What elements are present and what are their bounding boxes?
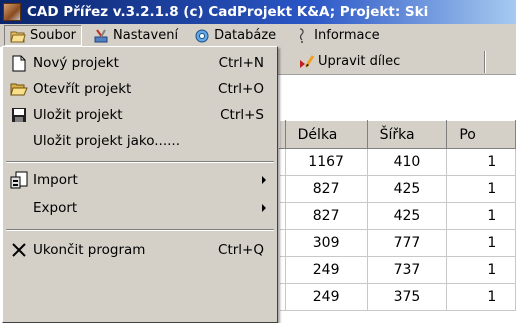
open-folder-icon	[10, 28, 26, 44]
submenu-arrow-icon	[262, 176, 266, 184]
settings-tools-icon	[93, 28, 109, 44]
cell-sirka[interactable]: 425	[367, 175, 448, 203]
cell-po[interactable]: 1	[446, 148, 516, 176]
menu-nastaveni[interactable]: Nastavení	[88, 25, 183, 46]
column-header-sirka[interactable]: Šířka	[366, 120, 448, 149]
cell-delka[interactable]: 249	[285, 256, 368, 284]
cell-sirka[interactable]: 737	[367, 256, 448, 284]
table-row[interactable]: 309 777 1	[279, 229, 516, 257]
menu-item-label: Otevřít projekt	[33, 81, 132, 97]
menu-databaze[interactable]: Databáze	[189, 25, 281, 46]
menu-item-shortcut: Ctrl+S	[220, 107, 264, 123]
grid-header-row: Délka Šířka Po	[279, 120, 516, 149]
menu-soubor[interactable]: Soubor	[4, 25, 82, 46]
menu-item-open-project[interactable]: Otevřít projekt Ctrl+O	[6, 76, 274, 102]
menu-bar: Soubor Nastavení Databáze Informace	[0, 24, 516, 47]
edit-part-button[interactable]: Upravit dílec	[298, 50, 400, 72]
menu-item-shortcut: Ctrl+N	[218, 55, 264, 71]
table-row[interactable]: 249 375 1	[279, 283, 516, 311]
toolbar-separator	[484, 51, 486, 73]
new-file-icon	[10, 54, 28, 72]
menu-item-label: Uložit projekt jako......	[33, 133, 180, 149]
info-icon	[294, 27, 310, 44]
cell-po[interactable]: 1	[446, 256, 516, 284]
column-header-delka[interactable]: Délka	[284, 120, 368, 149]
database-icon	[194, 28, 210, 44]
menu-databaze-label: Databáze	[214, 28, 277, 43]
cell-po[interactable]: 1	[446, 202, 516, 230]
menu-item-shortcut: Ctrl+O	[218, 81, 264, 97]
cell-sirka[interactable]: 777	[367, 229, 448, 257]
menu-item-save-project-as[interactable]: Uložit projekt jako......	[6, 128, 274, 154]
app-icon	[3, 3, 21, 21]
cell-sirka[interactable]: 375	[367, 283, 448, 311]
menu-item-label: Export	[33, 200, 78, 216]
import-icon	[10, 171, 28, 189]
menu-item-import[interactable]: Import	[6, 167, 274, 193]
menu-soubor-label: Soubor	[30, 28, 76, 43]
parts-grid[interactable]: Délka Šířka Po 1167 410 1 827 425 1 827 425 1 …	[279, 120, 516, 323]
edit-part-label: Upravit dílec	[318, 53, 401, 69]
cell-delka[interactable]: 249	[285, 283, 368, 311]
edit-pencil-icon	[298, 52, 316, 70]
title-bar[interactable]: CAD Přířez v.3.2.1.8 (c) CadProjekt K&A;…	[0, 0, 516, 24]
menu-item-label: Ukončit program	[33, 242, 146, 258]
menu-item-label: Uložit projekt	[33, 107, 123, 123]
menu-item-exit[interactable]: Ukončit program Ctrl+Q	[6, 237, 274, 263]
menu-item-export[interactable]: Export	[6, 195, 274, 221]
cell-delka[interactable]: 309	[285, 229, 368, 257]
cell-po[interactable]: 1	[446, 175, 516, 203]
menu-item-label: Nový projekt	[33, 55, 119, 71]
table-row[interactable]: 827 425 1	[279, 175, 516, 203]
table-row[interactable]: 1167 410 1	[279, 148, 516, 176]
cell-po[interactable]: 1	[446, 229, 516, 257]
menu-informace[interactable]: Informace	[289, 25, 385, 46]
cell-sirka[interactable]: 410	[367, 148, 448, 176]
table-row[interactable]: 827 425 1	[279, 202, 516, 230]
cell-sirka[interactable]: 425	[367, 202, 448, 230]
cell-delka[interactable]: 1167	[285, 148, 368, 176]
menu-item-shortcut: Ctrl+Q	[218, 242, 264, 258]
column-header-po[interactable]: Po	[446, 120, 516, 149]
save-disk-icon	[10, 106, 28, 124]
window-title: CAD Přířez v.3.2.1.8 (c) CadProjekt K&A;…	[27, 4, 429, 20]
exit-x-icon	[10, 241, 28, 259]
cell-delka[interactable]: 827	[285, 202, 368, 230]
menu-item-save-project[interactable]: Uložit projekt Ctrl+S	[6, 102, 274, 128]
menu-item-label: Import	[33, 172, 78, 188]
menu-item-new-project[interactable]: Nový projekt Ctrl+N	[6, 50, 274, 76]
cell-po[interactable]: 1	[446, 283, 516, 311]
toolbar: Upravit dílec	[276, 47, 516, 75]
menu-informace-label: Informace	[314, 28, 380, 43]
table-row[interactable]: 249 737 1	[279, 256, 516, 284]
menu-nastaveni-label: Nastavení	[113, 28, 179, 43]
menu-separator	[6, 229, 274, 231]
submenu-arrow-icon	[262, 204, 266, 212]
open-folder-icon	[10, 80, 28, 98]
menu-separator	[6, 161, 274, 163]
cell-delka[interactable]: 827	[285, 175, 368, 203]
file-menu-dropdown: Nový projekt Ctrl+N Otevřít projekt Ctrl…	[2, 46, 278, 323]
